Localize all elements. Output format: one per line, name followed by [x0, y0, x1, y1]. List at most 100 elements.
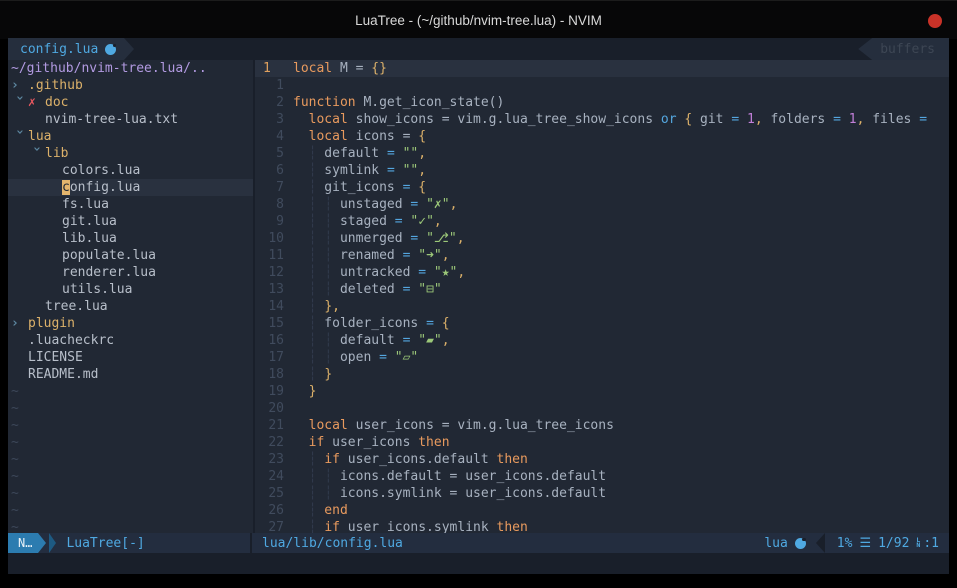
statusline-stats: 1% ☰ 1/92 LN :1	[837, 536, 939, 551]
chevron-down-icon: ›	[11, 128, 28, 145]
tree-item-nvim-tree-lua-txt[interactable]: nvim-tree-lua.txt	[11, 111, 253, 128]
tree-item-populate-lua[interactable]: populate.lua	[11, 247, 253, 264]
tree-item-lib-lua[interactable]: lib.lua	[11, 230, 253, 247]
tree-item-lua[interactable]: ›lua	[11, 128, 253, 145]
code-line[interactable]: 5 ┆ default = "",	[255, 145, 949, 162]
tree-item-fs-lua[interactable]: fs.lua	[11, 196, 253, 213]
close-button[interactable]	[928, 14, 942, 28]
code-line[interactable]: 11 ┆ ┆ renamed = "➜",	[255, 247, 949, 264]
code-text: ┆ git_icons = {	[293, 179, 426, 196]
line-number: 2	[263, 94, 284, 111]
code-line[interactable]: 4 local icons = {	[255, 128, 949, 145]
nvim-screen: config.lua buffers ~/github/nvim-tree.lu…	[8, 38, 949, 574]
tree-root-path[interactable]: ~/github/nvim-tree.lua/..	[11, 60, 253, 77]
tree-item-colors-lua[interactable]: colors.lua	[11, 162, 253, 179]
statusline-file-path: lua/lib/config.lua	[262, 536, 403, 551]
tree-item-tree-lua[interactable]: tree.lua	[11, 298, 253, 315]
code-text: local icons = {	[293, 128, 426, 145]
tree-item-git-lua[interactable]: git.lua	[11, 213, 253, 230]
code-line[interactable]: 24 ┆ ┆ icons.default = user_icons.defaul…	[255, 468, 949, 485]
terminal-window: LuaTree - (~/github/nvim-tree.lua) - NVI…	[0, 0, 957, 588]
code-line[interactable]: 21 local user_icons = vim.g.lua_tree_ico…	[255, 417, 949, 434]
command-line[interactable]	[8, 553, 949, 574]
line-number: 16	[263, 332, 284, 349]
buffers-button[interactable]: buffers	[858, 38, 949, 60]
code-line[interactable]: 9 ┆ ┆ staged = "✓",	[255, 213, 949, 230]
empty-line-tilde: ~	[11, 451, 253, 468]
code-text: local M = {}	[293, 60, 387, 77]
tree-item-doc[interactable]: ›✗doc	[11, 94, 253, 111]
line-number: 19	[263, 383, 284, 400]
tree-item-renderer-lua[interactable]: renderer.lua	[11, 264, 253, 281]
tree-item-label: lib.lua	[62, 231, 117, 246]
code-text: ┆ ┆ untracked = "★",	[293, 264, 465, 281]
code-text: }	[293, 383, 316, 400]
tree-item-label: config.lua	[62, 180, 140, 195]
tree-item-lib[interactable]: ›lib	[11, 145, 253, 162]
code-line[interactable]: 16 ┆ ┆ default = "▰",	[255, 332, 949, 349]
code-line[interactable]: 7 ┆ git_icons = {	[255, 179, 949, 196]
statusline-buffer-name: LuaTree[-]	[66, 536, 144, 551]
empty-line-tilde: ~	[11, 417, 253, 434]
code-text: ┆ ┆ unmerged = "⎇",	[293, 230, 465, 247]
code-line[interactable]: 2function M.get_icon_state()	[255, 94, 949, 111]
code-text: ┆ if user_icons.symlink then	[293, 519, 528, 533]
line-number: 5	[263, 145, 284, 162]
line-number: 6	[263, 162, 284, 179]
code-line[interactable]: 23 ┆ if user_icons.default then	[255, 451, 949, 468]
code-line[interactable]: 13 ┆ ┆ deleted = "⊟"	[255, 281, 949, 298]
tree-item-license[interactable]: LICENSE	[11, 349, 253, 366]
code-line[interactable]: 14 ┆ },	[255, 298, 949, 315]
statusline-filetype: lua	[764, 536, 805, 551]
empty-line-tilde: ~	[11, 485, 253, 502]
lua-icon	[105, 44, 116, 55]
line-number: 26	[263, 502, 284, 519]
tree-item-github[interactable]: ›.github	[11, 77, 253, 94]
empty-line-tilde: ~	[11, 400, 253, 417]
code-text: ┆ ┆ icons.default = user_icons.default	[293, 468, 606, 485]
code-line[interactable]: 27 ┆ if user_icons.symlink then	[255, 519, 949, 533]
code-line[interactable]: 20	[255, 400, 949, 417]
line-number: 7	[263, 179, 284, 196]
code-text: ┆ if user_icons.default then	[293, 451, 528, 468]
code-editor[interactable]: 1local M = {}12function M.get_icon_state…	[255, 60, 949, 533]
code-line[interactable]: 18 ┆ }	[255, 366, 949, 383]
tree-item-config-lua[interactable]: config.lua	[8, 179, 253, 196]
tree-item-readme-md[interactable]: README.md	[11, 366, 253, 383]
tabline: config.lua buffers	[8, 38, 949, 60]
chevron-right-icon: ›	[11, 77, 28, 94]
tab-config-lua[interactable]: config.lua	[8, 38, 124, 60]
chevron-down-icon: ›	[11, 94, 28, 111]
tree-item-plugin[interactable]: ›plugin	[11, 315, 253, 332]
code-line[interactable]: 12 ┆ ┆ untracked = "★",	[255, 264, 949, 281]
code-line[interactable]: 1 local M = {}	[255, 60, 949, 77]
editor-area: ~/github/nvim-tree.lua/..›.github›✗docnv…	[8, 60, 949, 533]
code-line[interactable]: 19 }	[255, 383, 949, 400]
tree-item-luacheckrc[interactable]: .luacheckrc	[11, 332, 253, 349]
code-line[interactable]: 22 if user_icons then	[255, 434, 949, 451]
tree-item-label: doc	[45, 95, 68, 110]
tree-item-utils-lua[interactable]: utils.lua	[11, 281, 253, 298]
line-number: 3	[263, 111, 284, 128]
line-number-icon: LN	[916, 538, 920, 549]
code-line[interactable]: 1	[255, 77, 949, 94]
tree-item-label: plugin	[28, 316, 75, 331]
code-text: ┆ },	[293, 298, 340, 315]
line-number: 1	[263, 60, 284, 77]
code-line[interactable]: 25 ┆ ┆ icons.symlink = user_icons.defaul…	[255, 485, 949, 502]
line-number: 27	[263, 519, 284, 533]
code-line[interactable]: 6 ┆ symlink = "",	[255, 162, 949, 179]
code-text: ┆ ┆ open = "▱"	[293, 349, 418, 366]
line-number: 21	[263, 417, 284, 434]
code-line[interactable]: 3 local show_icons = vim.g.lua_tree_show…	[255, 111, 949, 128]
code-line[interactable]: 8 ┆ ┆ unstaged = "✗",	[255, 196, 949, 213]
mode-label: N…	[18, 536, 32, 550]
code-text: ┆ end	[293, 502, 348, 519]
code-line[interactable]: 10 ┆ ┆ unmerged = "⎇",	[255, 230, 949, 247]
code-line[interactable]: 26 ┆ end	[255, 502, 949, 519]
chevron-right-icon: ›	[11, 315, 28, 332]
line-number: 10	[263, 230, 284, 247]
code-text: local user_icons = vim.g.lua_tree_icons	[293, 417, 614, 434]
code-line[interactable]: 17 ┆ ┆ open = "▱"	[255, 349, 949, 366]
code-line[interactable]: 15 ┆ folder_icons = {	[255, 315, 949, 332]
